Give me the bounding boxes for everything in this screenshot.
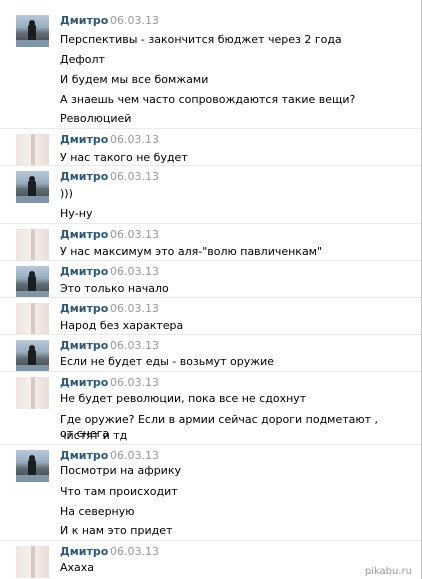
message-text: Ахаха — [60, 561, 95, 574]
author-name[interactable]: Дмитро — [60, 170, 108, 183]
avatar[interactable] — [16, 229, 49, 261]
message-date: 06.03.13 — [110, 376, 159, 389]
message-text: Это только начало — [60, 282, 169, 295]
message-text: Ну-ну — [60, 207, 93, 220]
message-text: чистят и тд — [60, 429, 128, 442]
message-date: 06.03.13 — [110, 302, 159, 315]
message-date: 06.03.13 — [110, 228, 159, 241]
watermark: pikabu.ru — [364, 566, 412, 577]
avatar[interactable] — [16, 134, 49, 166]
author-name[interactable]: Дмитро — [60, 545, 108, 558]
message-date: 06.03.13 — [110, 14, 159, 27]
author-name[interactable]: Дмитро — [60, 265, 108, 278]
message-text: Революцией — [60, 112, 132, 125]
message-date: 06.03.13 — [110, 170, 159, 183]
avatar[interactable] — [16, 377, 49, 409]
author-name[interactable]: Дмитро — [60, 14, 108, 27]
author-name[interactable]: Дмитро — [60, 339, 108, 352]
message-text: Не будет революции, пока все не сдохнут — [60, 392, 307, 405]
message-date: 06.03.13 — [110, 449, 159, 462]
message-text: Посмотри на африку — [60, 464, 181, 477]
message-text: На северную — [60, 505, 135, 518]
avatar[interactable] — [16, 546, 49, 578]
message-text: Что там происходит — [60, 485, 178, 498]
author-name[interactable]: Дмитро — [60, 133, 108, 146]
message-text: Дефолт — [60, 53, 105, 66]
message-text: Народ без характера — [60, 319, 184, 332]
author-name[interactable]: Дмитро — [60, 228, 108, 241]
message-date: 06.03.13 — [110, 133, 159, 146]
message-text: У нас максимум это аля-"волю павличенкам… — [60, 245, 323, 258]
message-date: 06.03.13 — [110, 265, 159, 278]
message-date: 06.03.13 — [110, 339, 159, 352]
author-name[interactable]: Дмитро — [60, 302, 108, 315]
avatar[interactable] — [16, 303, 49, 335]
message-date: 06.03.13 — [110, 545, 159, 558]
message-text: Перспективы - закончится бюджет через 2 … — [60, 33, 342, 46]
message-text: И к нам это придет — [60, 524, 173, 537]
avatar[interactable] — [16, 340, 49, 372]
author-name[interactable]: Дмитро — [60, 449, 108, 462]
message-text: А знаешь чем часто сопровождаются такие … — [60, 93, 356, 106]
avatar[interactable] — [16, 450, 49, 482]
message-text: У нас такого не будет — [60, 151, 188, 164]
author-name[interactable]: Дмитро — [60, 376, 108, 389]
avatar[interactable] — [16, 266, 49, 298]
message-text: ))) — [60, 187, 73, 200]
message-text: Если не будет еды - возьмут оружие — [60, 355, 275, 368]
message-text: И будем мы все бомжами — [60, 73, 209, 86]
avatar[interactable] — [16, 171, 49, 203]
avatar[interactable] — [16, 15, 49, 47]
